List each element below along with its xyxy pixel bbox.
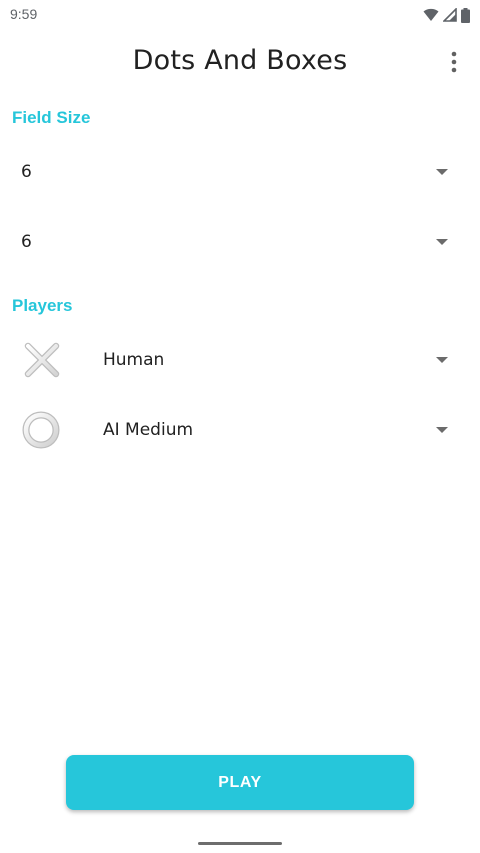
dropdown-arrow-icon xyxy=(436,427,448,433)
overflow-menu-button[interactable] xyxy=(440,48,468,76)
players-label: Players xyxy=(12,296,73,315)
dropdown-arrow-icon xyxy=(436,239,448,245)
status-time: 9:59 xyxy=(10,6,38,22)
wifi-icon xyxy=(423,8,439,21)
main-screen: 9:59 Dots And Boxes Field Size 6 6 Playe… xyxy=(0,0,480,853)
status-bar: 9:59 xyxy=(0,0,480,30)
cellular-signal-icon xyxy=(443,8,457,22)
field-height-dropdown[interactable]: 6 xyxy=(10,218,460,266)
player-1-type-value: Human xyxy=(103,350,165,370)
battery-icon xyxy=(461,7,470,23)
dropdown-arrow-icon xyxy=(436,357,448,363)
play-button[interactable]: PLAY xyxy=(66,755,414,810)
navigation-handle[interactable] xyxy=(198,842,282,845)
player-1-type-dropdown[interactable]: Human xyxy=(90,336,460,384)
play-button-label: PLAY xyxy=(218,773,262,791)
player-2-type-value: AI Medium xyxy=(103,420,194,440)
field-width-dropdown[interactable]: 6 xyxy=(10,148,460,196)
cross-icon xyxy=(20,338,64,382)
field-width-value: 6 xyxy=(21,162,32,182)
field-height-value: 6 xyxy=(21,232,32,252)
field-size-label: Field Size xyxy=(12,108,91,127)
player-2-type-dropdown[interactable]: AI Medium xyxy=(90,406,460,454)
dropdown-arrow-icon xyxy=(436,169,448,175)
ring-icon xyxy=(20,408,64,452)
status-icons xyxy=(423,7,470,23)
more-vert-icon xyxy=(451,51,457,73)
page-title: Dots And Boxes xyxy=(132,45,348,76)
